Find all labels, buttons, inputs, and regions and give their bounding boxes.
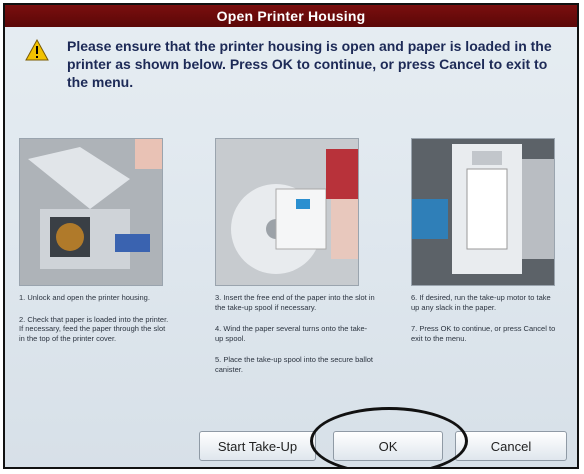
start-take-up-button[interactable]: Start Take-Up	[199, 431, 316, 461]
dialog-window: Open Printer Housing Please ensure that …	[3, 3, 579, 469]
step-5: 5. Place the take-up spool into the secu…	[215, 355, 374, 374]
step-1: 1. Unlock and open the printer housing.	[19, 293, 150, 302]
ok-button[interactable]: OK	[333, 431, 443, 461]
warning-icon	[25, 39, 49, 61]
step-6: 6. If desired, run the take-up motor to …	[411, 293, 551, 312]
step-4: 4. Wind the paper several turns onto the…	[215, 324, 368, 343]
steps-column-3: 6. If desired, run the take-up motor to …	[411, 293, 561, 355]
step-2: 2. Check that paper is loaded into the p…	[19, 314, 169, 343]
cancel-button[interactable]: Cancel	[455, 431, 567, 461]
printer-housing-photo	[19, 138, 163, 286]
take-up-spool-photo	[215, 138, 359, 286]
step-3: 3. Insert the free end of the paper into…	[215, 293, 375, 312]
message-row: Please ensure that the printer housing i…	[25, 37, 565, 91]
canister-photo	[411, 138, 555, 286]
step-7: 7. Press OK to continue, or press Cancel…	[411, 324, 556, 343]
dialog-title: Open Printer Housing	[5, 5, 577, 27]
steps-column-2: 3. Insert the free end of the paper into…	[215, 293, 375, 386]
steps-column-1: 1. Unlock and open the printer housing. …	[19, 293, 169, 355]
message-text: Please ensure that the printer housing i…	[67, 38, 552, 90]
